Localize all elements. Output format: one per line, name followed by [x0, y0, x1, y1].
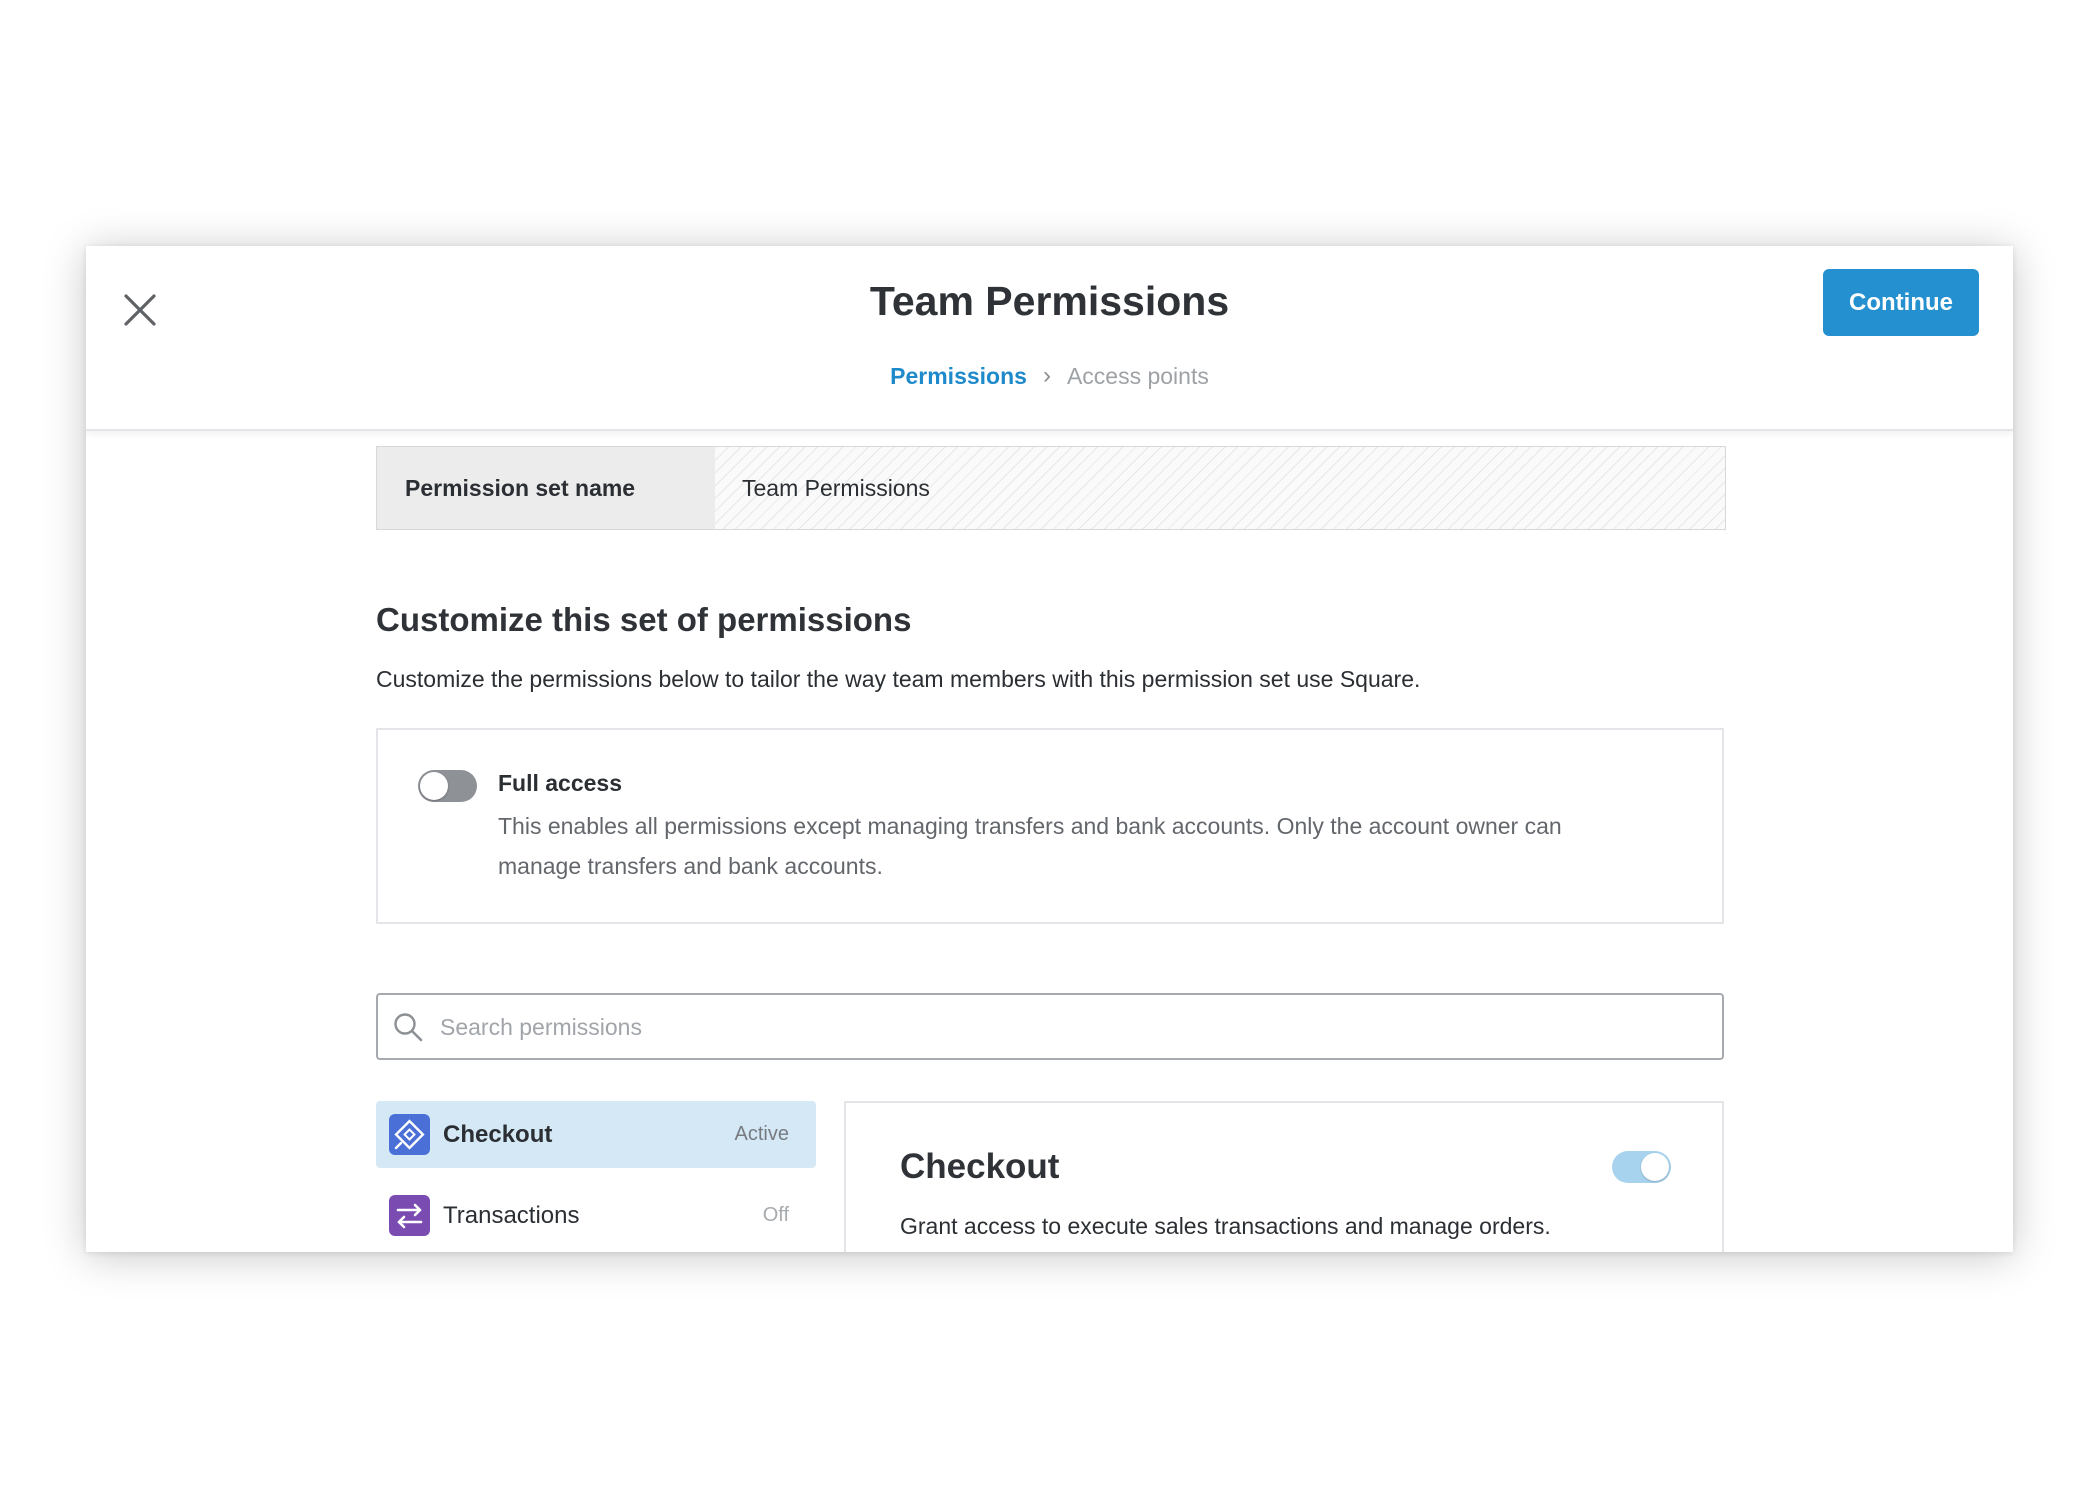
- permissions-modal: Team Permissions Permissions › Access po…: [86, 246, 2013, 1252]
- transactions-icon: [389, 1195, 430, 1236]
- permission-set-name-label: Permission set name: [377, 447, 715, 529]
- customize-section-title: Customize this set of permissions: [376, 601, 912, 638]
- customize-section-description: Customize the permissions below to tailo…: [376, 666, 1421, 692]
- search-input[interactable]: [438, 995, 1702, 1060]
- continue-button[interactable]: Continue: [1823, 269, 1979, 336]
- toggle-knob: [420, 772, 448, 800]
- permission-detail-description: Grant access to execute sales transactio…: [900, 1213, 1551, 1239]
- full-access-card: Full access This enables all permissions…: [376, 728, 1724, 924]
- full-access-title: Full access: [498, 770, 623, 796]
- permission-item-label: Checkout: [443, 1120, 553, 1148]
- page-title: Team Permissions: [869, 278, 1230, 324]
- permission-item-label: Transactions: [443, 1201, 580, 1229]
- permission-item-checkout[interactable]: Checkout Active: [376, 1101, 816, 1168]
- breadcrumb-permissions[interactable]: Permissions: [890, 363, 1027, 390]
- permission-status: Off: [762, 1204, 789, 1226]
- full-access-description: This enables all permissions except mana…: [498, 813, 1562, 879]
- permission-item-transactions[interactable]: Transactions Off: [376, 1182, 816, 1249]
- checkout-toggle[interactable]: [1612, 1151, 1671, 1183]
- permission-detail-panel: Checkout Grant access to execute sales t…: [844, 1101, 1724, 1252]
- search-icon: [394, 1013, 423, 1042]
- permission-detail-title: Checkout: [900, 1147, 1060, 1186]
- permission-list: Checkout Active Transactions Off: [376, 1101, 816, 1252]
- permission-status: Active: [734, 1123, 789, 1145]
- checkout-icon: [389, 1114, 430, 1155]
- breadcrumb: Permissions › Access points: [86, 362, 2013, 390]
- full-access-toggle[interactable]: [418, 770, 477, 802]
- breadcrumb-access-points: Access points: [1066, 362, 1209, 389]
- chevron-right-icon: ›: [1042, 362, 1051, 389]
- toggle-knob: [1641, 1153, 1669, 1181]
- permission-set-name-value: Team Permissions: [715, 447, 1725, 529]
- permission-set-name-row: Permission set name Team Permissions: [376, 446, 1726, 530]
- modal-header: Team Permissions Permissions › Access po…: [86, 246, 2013, 431]
- search-field: [376, 993, 1724, 1060]
